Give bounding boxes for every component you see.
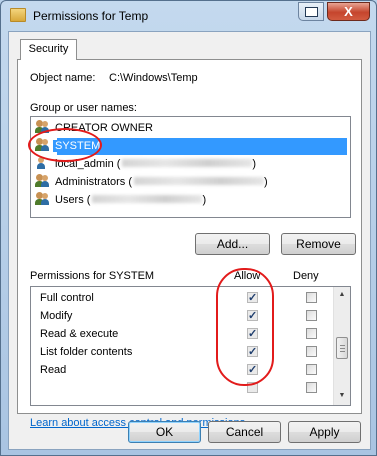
permission-name: Read (40, 364, 67, 376)
help-window-icon (305, 7, 318, 17)
list-item-label: Users ( (55, 194, 91, 206)
title-bar[interactable]: Permissions for Temp X (1, 1, 376, 31)
permissions-label: Permissions for SYSTEM (30, 270, 155, 282)
user-group-icon (35, 120, 51, 134)
object-name-label: Object name: (30, 72, 96, 84)
list-item-users[interactable]: Users () (35, 192, 345, 209)
deny-checkbox[interactable] (306, 292, 317, 303)
remove-button[interactable]: Remove (281, 233, 356, 255)
permissions-scrollbar[interactable]: ▲ ▼ (333, 287, 350, 405)
scroll-thumb[interactable] (336, 337, 348, 359)
list-item-label: SYSTEM (53, 140, 103, 152)
redacted-text (92, 195, 203, 203)
user-group-icon (35, 174, 51, 188)
context-help-button[interactable] (298, 2, 324, 21)
list-item-creator-owner[interactable]: CREATOR OWNER (35, 120, 345, 137)
allow-checkbox[interactable] (247, 307, 258, 325)
permission-row-list-folder-contents: List folder contents (31, 343, 331, 361)
ok-button[interactable]: OK (128, 421, 201, 443)
redacted-text (122, 159, 253, 167)
list-item-label: Administrators ( (55, 176, 133, 188)
add-button[interactable]: Add... (195, 233, 270, 255)
permission-name: Full control (40, 292, 94, 304)
apply-button[interactable]: Apply (288, 421, 361, 443)
deny-checkbox[interactable] (306, 328, 317, 339)
list-item-administrators[interactable]: Administrators () (35, 174, 345, 191)
permissions-list[interactable]: Full control Modify Read & execute List … (30, 286, 351, 406)
permission-name: Modify (40, 310, 73, 322)
allow-checkbox[interactable] (247, 361, 258, 379)
user-group-icon (35, 138, 51, 152)
deny-checkbox[interactable] (306, 346, 317, 357)
allow-checkbox[interactable] (247, 289, 258, 307)
permission-row-full-control: Full control (31, 289, 331, 307)
list-item-local-admin[interactable]: local_admin () (35, 156, 345, 173)
deny-column-header: Deny (293, 270, 319, 282)
list-item-label: local_admin ( (55, 158, 121, 170)
scroll-up-arrow-icon[interactable]: ▲ (334, 287, 350, 303)
redacted-text (134, 177, 265, 185)
cancel-button[interactable]: Cancel (208, 421, 281, 443)
user-group-icon (35, 192, 51, 206)
folder-icon (10, 8, 26, 22)
list-item-system[interactable]: SYSTEM (35, 138, 347, 155)
permission-row-partial (31, 379, 331, 397)
allow-checkbox[interactable] (247, 343, 258, 361)
permission-row-read: Read (31, 361, 331, 379)
list-item-label: CREATOR OWNER (55, 122, 153, 134)
permission-row-read-execute: Read & execute (31, 325, 331, 343)
deny-checkbox[interactable] (306, 382, 317, 393)
object-name-value: C:\Windows\Temp (109, 72, 198, 84)
deny-checkbox[interactable] (306, 364, 317, 375)
scroll-down-arrow-icon[interactable]: ▼ (334, 388, 350, 404)
permissions-dialog: Permissions for Temp X Security Object n… (0, 0, 377, 456)
permission-name: Read & execute (40, 328, 119, 340)
permission-row-modify: Modify (31, 307, 331, 325)
deny-checkbox[interactable] (306, 310, 317, 321)
window-title: Permissions for Temp (33, 9, 149, 23)
tab-security[interactable]: Security (20, 39, 77, 60)
allow-column-header: Allow (234, 270, 261, 282)
permission-name: List folder contents (40, 346, 133, 358)
allow-checkbox[interactable] (247, 325, 258, 343)
allow-checkbox[interactable] (247, 382, 258, 393)
user-icon (35, 156, 51, 170)
group-user-list[interactable]: CREATOR OWNER SYSTEM local_admin () Admi… (30, 116, 351, 218)
security-tab-panel: Object name: C:\Windows\Temp Group or us… (17, 59, 362, 429)
dialog-body: Security Object name: C:\Windows\Temp Gr… (8, 31, 371, 450)
group-list-label: Group or user names: (30, 102, 137, 114)
close-button[interactable]: X (327, 2, 370, 21)
